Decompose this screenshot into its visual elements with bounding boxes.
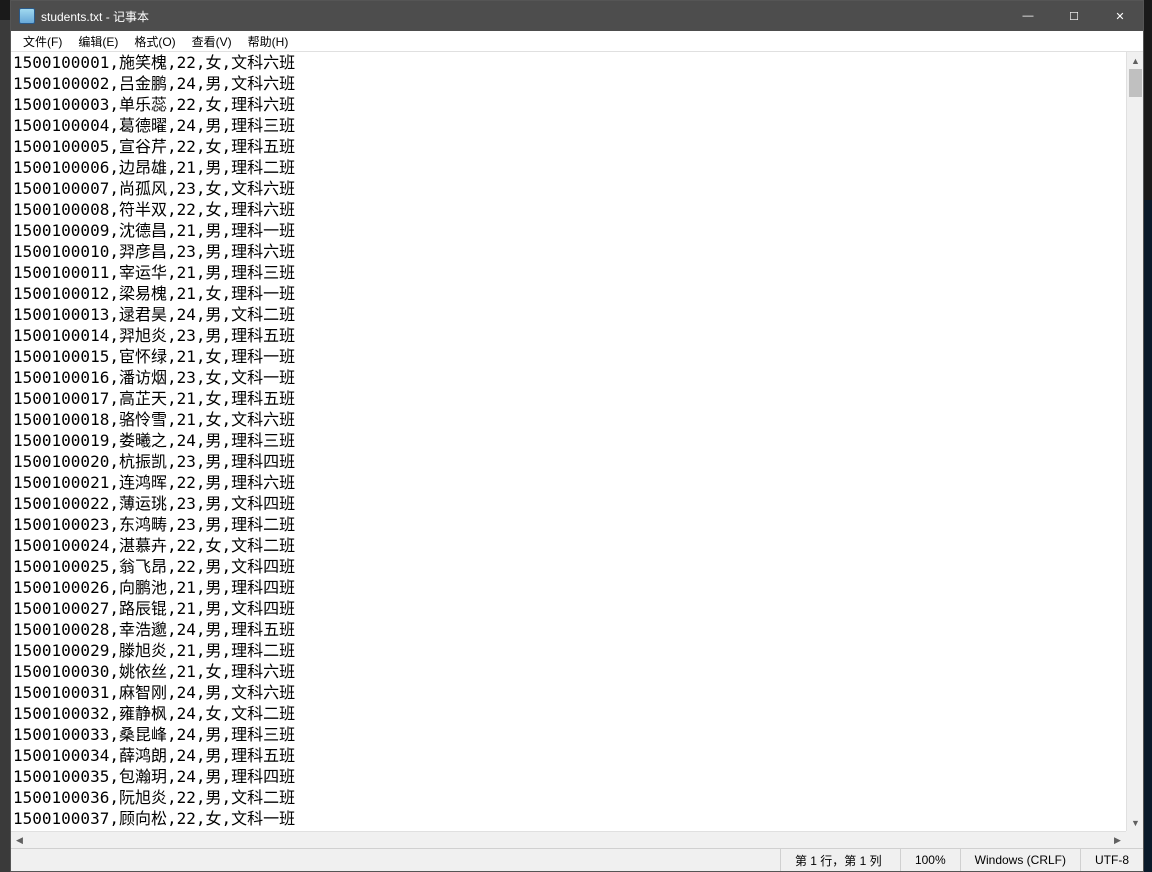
menu-edit[interactable]: 编辑(E) [70,31,126,52]
background-left-strip [0,20,10,872]
text-line[interactable]: 1500100029,滕旭炎,21,男,理科二班 [13,640,1124,661]
text-line[interactable]: 1500100010,羿彦昌,23,男,理科六班 [13,241,1124,262]
text-line[interactable]: 1500100034,薛鸿朗,24,男,理科五班 [13,745,1124,766]
text-line[interactable]: 1500100022,薄运珧,23,男,文科四班 [13,493,1124,514]
statusbar: 第 1 行，第 1 列 100% Windows (CRLF) UTF-8 [11,848,1143,871]
text-line[interactable]: 1500100004,葛德曜,24,男,理科三班 [13,115,1124,136]
close-button[interactable]: ✕ [1097,1,1143,31]
text-line[interactable]: 1500100014,羿旭炎,23,男,理科五班 [13,325,1124,346]
text-line[interactable]: 1500100001,施笑槐,22,女,文科六班 [13,52,1124,73]
text-line[interactable]: 1500100024,湛慕卉,22,女,文科二班 [13,535,1124,556]
vertical-scrollbar[interactable]: ▲ ▼ [1126,52,1143,831]
text-line[interactable]: 1500100025,翁飞昂,22,男,文科四班 [13,556,1124,577]
menu-help[interactable]: 帮助(H) [240,31,297,52]
text-line[interactable]: 1500100031,麻智刚,24,男,文科六班 [13,682,1124,703]
editor-area: 1500100001,施笑槐,22,女,文科六班1500100002,吕金鹏,2… [11,52,1143,848]
text-line[interactable]: 1500100023,东鸿畴,23,男,理科二班 [13,514,1124,535]
text-line[interactable]: 1500100017,高芷天,21,女,理科五班 [13,388,1124,409]
horizontal-scrollbar[interactable]: ◀ ▶ [11,831,1126,848]
text-line[interactable]: 1500100008,符半双,22,女,理科六班 [13,199,1124,220]
menu-file[interactable]: 文件(F) [15,31,70,52]
status-position: 第 1 行，第 1 列 [780,849,900,871]
status-eol: Windows (CRLF) [960,849,1080,871]
scroll-left-icon[interactable]: ◀ [11,832,28,848]
text-line[interactable]: 1500100016,潘访烟,23,女,文科一班 [13,367,1124,388]
text-line[interactable]: 1500100036,阮旭炎,22,男,文科二班 [13,787,1124,808]
text-line[interactable]: 1500100019,娄曦之,24,男,理科三班 [13,430,1124,451]
window-title: students.txt - 记事本 [41,8,149,25]
titlebar[interactable]: students.txt - 记事本 — ☐ ✕ [11,1,1143,31]
text-line[interactable]: 1500100005,宣谷芹,22,女,理科五班 [13,136,1124,157]
scroll-down-icon[interactable]: ▼ [1127,814,1143,831]
text-line[interactable]: 1500100027,路辰锟,21,男,文科四班 [13,598,1124,619]
text-editor[interactable]: 1500100001,施笑槐,22,女,文科六班1500100002,吕金鹏,2… [11,52,1126,831]
maximize-button[interactable]: ☐ [1051,1,1097,31]
text-line[interactable]: 1500100003,单乐蕊,22,女,理科六班 [13,94,1124,115]
background-right-strip [1144,200,1152,872]
text-line[interactable]: 1500100006,边昂雄,21,男,理科二班 [13,157,1124,178]
text-line[interactable]: 1500100020,杭振凯,23,男,理科四班 [13,451,1124,472]
menu-view[interactable]: 查看(V) [184,31,240,52]
menubar: 文件(F) 编辑(E) 格式(O) 查看(V) 帮助(H) [11,31,1143,52]
text-line[interactable]: 1500100026,向鹏池,21,男,理科四班 [13,577,1124,598]
text-line[interactable]: 1500100018,骆怜雪,21,女,文科六班 [13,409,1124,430]
notepad-icon [19,8,35,24]
text-line[interactable]: 1500100035,包瀚玥,24,男,理科四班 [13,766,1124,787]
text-line[interactable]: 1500100021,连鸿晖,22,男,理科六班 [13,472,1124,493]
text-line[interactable]: 1500100007,尚孤风,23,女,文科六班 [13,178,1124,199]
text-line[interactable]: 1500100032,雍静枫,24,女,文科二班 [13,703,1124,724]
text-line[interactable]: 1500100009,沈德昌,21,男,理科一班 [13,220,1124,241]
scroll-up-icon[interactable]: ▲ [1127,52,1143,69]
text-line[interactable]: 1500100011,宰运华,21,男,理科三班 [13,262,1124,283]
scroll-right-icon[interactable]: ▶ [1109,832,1126,848]
status-encoding: UTF-8 [1080,849,1143,871]
text-line[interactable]: 1500100030,姚依丝,21,女,理科六班 [13,661,1124,682]
text-line[interactable]: 1500100015,宦怀绿,21,女,理科一班 [13,346,1124,367]
vertical-scroll-thumb[interactable] [1129,69,1142,97]
text-line[interactable]: 1500100012,梁易槐,21,女,理科一班 [13,283,1124,304]
text-line[interactable]: 1500100037,顾向松,22,女,文科一班 [13,808,1124,829]
window-controls: — ☐ ✕ [1005,1,1143,31]
text-line[interactable]: 1500100002,吕金鹏,24,男,文科六班 [13,73,1124,94]
scroll-corner [1126,831,1143,848]
menu-format[interactable]: 格式(O) [126,31,183,52]
text-line[interactable]: 1500100033,桑昆峰,24,男,理科三班 [13,724,1124,745]
notepad-window: students.txt - 记事本 — ☐ ✕ 文件(F) 编辑(E) 格式(… [10,0,1144,872]
text-line[interactable]: 1500100013,逯君昊,24,男,文科二班 [13,304,1124,325]
status-zoom: 100% [900,849,960,871]
text-line[interactable]: 1500100028,幸浩邈,24,男,理科五班 [13,619,1124,640]
minimize-button[interactable]: — [1005,1,1051,31]
